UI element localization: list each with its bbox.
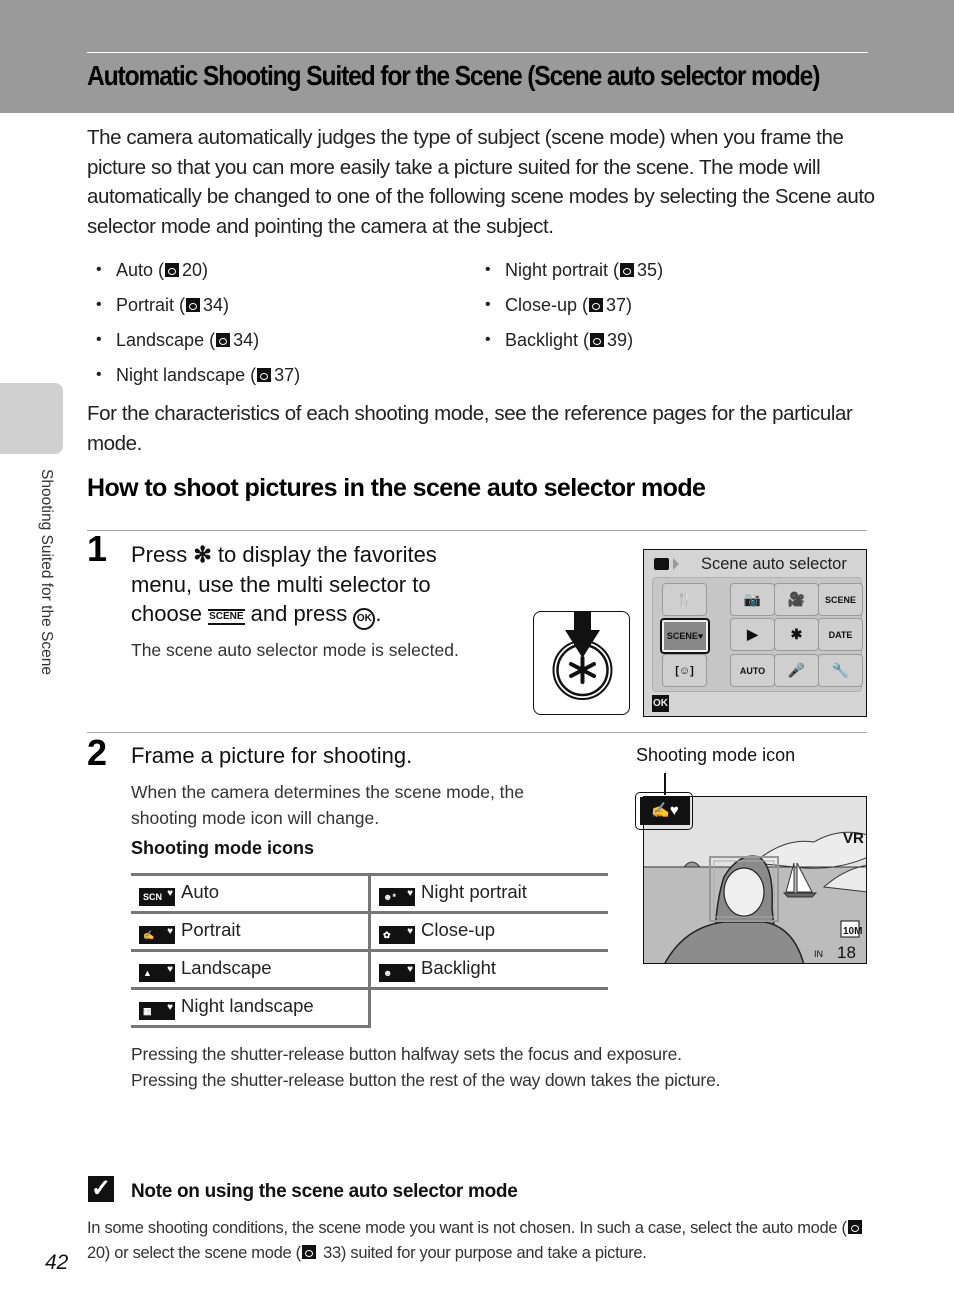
exposures-remaining: 18	[837, 943, 856, 962]
vr-indicator: VR	[843, 830, 864, 847]
memory-indicator: IN	[814, 949, 823, 959]
scene-mode-list-left: Auto (20) Portrait (34) Landscape (34) N…	[87, 256, 300, 396]
table-cell-empty	[369, 987, 608, 1027]
step-number: 1	[87, 528, 108, 569]
camera-icon	[654, 558, 669, 570]
night-landscape-icon: ▦	[139, 999, 175, 1020]
reference-icon	[216, 333, 231, 347]
reference-icon	[186, 298, 201, 312]
portrait-mode-icon: ✍♥	[640, 797, 690, 825]
scene-auto-icon: SCN	[139, 885, 175, 906]
shooting-mode-icons-table: SCNAuto ☻*Night portrait ✍Portrait ✿Clos…	[131, 873, 608, 1028]
list-item: Night portrait (35)	[476, 256, 663, 291]
intro-paragraph: The camera automatically judges the type…	[87, 126, 875, 238]
table-row: ▲Landscape ☻Backlight	[131, 949, 608, 990]
shutter-instructions: Pressing the shutter-release button half…	[131, 1044, 721, 1090]
menu-tile-camera[interactable]: 📷	[730, 583, 775, 616]
chapter-label: Shooting Suited for the Scene	[38, 469, 55, 675]
menu-tile-voice[interactable]: 🎤	[774, 654, 819, 687]
table-row: SCNAuto ☻*Night portrait	[131, 873, 608, 914]
table-cell: SCNAuto	[131, 873, 371, 914]
table-cell: ☻Backlight	[369, 949, 608, 990]
table-cell: ▦Night landscape	[131, 987, 371, 1028]
menu-tile-scene[interactable]: SCENE	[818, 583, 863, 616]
favorites-button-icon: ✻	[193, 542, 212, 567]
step-note-line: When the camera determines the scene mod…	[131, 782, 524, 802]
note-body: In some shooting conditions, the scene m…	[87, 1216, 877, 1265]
menu-panel: 🍴 📷 🎥 SCENE SCENE♥ ▶ ✱ DATE [☺] AUTO 🎤 🔧	[652, 577, 863, 692]
step-note: The scene auto selector mode is selected…	[131, 640, 459, 660]
step-instruction: Press ✻ to display the favorites menu, u…	[131, 540, 437, 630]
menu-tile-scene-auto[interactable]: SCENE♥	[660, 618, 710, 654]
table-title: Shooting mode icons	[131, 838, 314, 858]
chapter-tab	[0, 383, 63, 454]
list-item: Backlight (39)	[476, 326, 663, 361]
reference-icon	[589, 298, 604, 312]
menu-tile-movie[interactable]: 🎥	[774, 583, 819, 616]
table-cell: ✿Close-up	[369, 911, 608, 952]
note-title: Note on using the scene auto selector mo…	[131, 1181, 518, 1202]
portrait-icon: ✍	[139, 923, 175, 944]
press-arrow-icon	[552, 600, 613, 700]
list-item: Night landscape (37)	[87, 361, 300, 396]
characteristics-paragraph: For the characteristics of each shooting…	[87, 402, 853, 455]
page-number: 42	[45, 1251, 69, 1274]
reference-icon	[301, 1244, 316, 1259]
table-row: ✍Portrait ✿Close-up	[131, 911, 608, 952]
table-cell: ☻*Night portrait	[369, 873, 608, 914]
reference-icon	[165, 263, 180, 277]
reference-icon	[590, 333, 605, 347]
header-rule	[87, 52, 868, 53]
backlight-icon: ☻	[379, 961, 415, 982]
image-size-indicator: 10M	[843, 926, 862, 937]
menu-tile-playback[interactable]: ▶	[730, 618, 775, 651]
step-instruction: Frame a picture for shooting.	[131, 743, 413, 768]
menu-tile-smile[interactable]: [☺]	[662, 654, 707, 687]
scene-mode-list-right: Night portrait (35) Close-up (37) Backli…	[476, 256, 663, 361]
menu-title: Scene auto selector	[701, 555, 847, 573]
scene-auto-icon: SCENE	[208, 609, 245, 625]
reference-icon	[257, 368, 272, 382]
callout-label: Shooting mode icon	[636, 745, 796, 765]
step-note-line: shooting mode icon will change.	[131, 808, 380, 828]
reference-icon	[620, 263, 635, 277]
night-portrait-icon: ☻*	[379, 885, 415, 906]
list-item: Auto (20)	[87, 256, 300, 291]
section-title: How to shoot pictures in the scene auto …	[87, 474, 706, 502]
divider	[87, 530, 867, 531]
camera-menu-screen: Scene auto selector 🍴 📷 🎥 SCENE SCENE♥ ▶…	[643, 549, 867, 717]
page-header: Automatic Shooting Suited for the Scene …	[0, 0, 954, 113]
list-item: Landscape (34)	[87, 326, 300, 361]
reference-icon	[847, 1220, 862, 1234]
arrow-right-icon	[673, 558, 679, 570]
favorites-button-illustration	[533, 600, 630, 715]
close-up-icon: ✿	[379, 923, 415, 944]
ok-button-icon: OK	[353, 608, 376, 630]
check-icon: ✓	[88, 1176, 114, 1202]
table-cell: ▲Landscape	[131, 949, 371, 990]
step-number: 2	[87, 732, 108, 773]
menu-tile-auto[interactable]: AUTO	[730, 654, 775, 687]
divider	[87, 732, 867, 733]
landscape-icon: ▲	[139, 961, 175, 982]
menu-tile-date[interactable]: DATE	[818, 618, 863, 651]
list-item: Close-up (37)	[476, 291, 663, 326]
menu-tile-food[interactable]: 🍴	[662, 583, 707, 616]
page-title: Automatic Shooting Suited for the Scene …	[87, 60, 820, 91]
menu-tile-setup[interactable]: 🔧	[818, 654, 863, 687]
ok-icon: OK	[652, 695, 669, 712]
list-item: Portrait (34)	[87, 291, 300, 326]
table-row: ▦Night landscape	[131, 987, 608, 1028]
menu-tile-blur[interactable]: ✱	[774, 618, 819, 651]
table-cell: ✍Portrait	[131, 911, 371, 952]
